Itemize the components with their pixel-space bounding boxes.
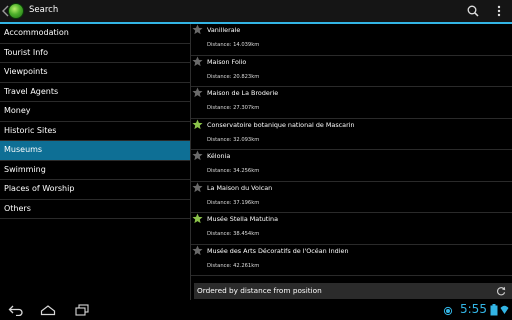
category-item-historic-sites[interactable]: Historic Sites xyxy=(0,122,190,141)
star-icon[interactable] xyxy=(192,24,203,35)
category-item-swimming[interactable]: Swimming xyxy=(0,161,190,180)
results-list[interactable]: Vanillerale Distance: 14.039km Maison Fo… xyxy=(191,24,512,278)
place-name: Maison de La Broderie xyxy=(207,89,279,97)
place-name: Musée Stella Matutina xyxy=(207,215,279,223)
star-icon[interactable] xyxy=(192,244,203,256)
back-icon[interactable] xyxy=(8,304,24,316)
category-label: Money xyxy=(4,106,31,115)
category-item-others[interactable]: Others xyxy=(0,200,190,219)
system-nav-bar xyxy=(0,300,512,320)
category-item-money[interactable]: Money xyxy=(0,102,190,122)
category-label: Tourist Info xyxy=(4,47,48,57)
list-item[interactable]: Vanillerale Distance: 14.039km xyxy=(191,24,512,56)
list-item[interactable]: Maison Folio Distance: 20.823km xyxy=(191,55,512,87)
category-item-places-of-worship[interactable]: Places of Worship xyxy=(0,180,190,200)
place-distance: Distance: 38.454km xyxy=(207,231,260,237)
star-icon[interactable] xyxy=(192,55,203,67)
category-label: Swimming xyxy=(4,164,46,174)
refresh-icon[interactable] xyxy=(496,286,506,296)
place-distance: Distance: 37.196km xyxy=(207,199,260,206)
category-item-travel-agents[interactable]: Travel Agents xyxy=(0,83,190,102)
place-name: Musée des Arts Décoratifs de l'Océan Ind… xyxy=(207,246,349,255)
place-distance: Distance: 42.261km xyxy=(207,262,260,269)
list-item[interactable]: Kélonia Distance: 34.256km xyxy=(191,150,512,182)
category-item-museums[interactable]: Museums xyxy=(0,141,190,161)
category-label: Viewpoints xyxy=(4,67,48,76)
list-item[interactable]: Musée Stella Matutina Distance: 38.454km xyxy=(191,213,512,245)
category-item-accommodation[interactable]: Accommodation xyxy=(0,24,190,44)
action-bar-title: Search xyxy=(29,5,59,15)
overflow-menu-icon[interactable] xyxy=(494,4,504,18)
list-item[interactable]: Conservatoire botanique national de Masc… xyxy=(191,118,512,150)
list-item[interactable]: Musée des Arts Décoratifs de l'Océan Ind… xyxy=(191,244,512,276)
place-distance: Distance: 20.823km xyxy=(207,73,260,80)
gps-icon xyxy=(443,306,453,316)
category-label: Travel Agents xyxy=(4,86,59,96)
place-distance: Distance: 14.039km xyxy=(207,42,260,48)
category-label: Historic Sites xyxy=(4,125,57,135)
wifi-icon xyxy=(500,305,509,314)
recent-apps-icon[interactable] xyxy=(74,304,90,316)
list-item[interactable]: Maison de La Broderie Distance: 27.307km xyxy=(191,87,512,119)
star-icon[interactable] xyxy=(192,150,203,161)
category-list: Accommodation Tourist Info Viewpoints Tr… xyxy=(0,24,190,272)
place-name: La Maison du Volcan xyxy=(207,183,273,192)
globe-logo-icon[interactable] xyxy=(8,3,24,19)
sort-label: Ordered by distance from position xyxy=(197,286,322,295)
place-distance: Distance: 34.256km xyxy=(207,168,260,174)
list-item[interactable]: La Maison du Volcan Distance: 37.196km xyxy=(191,181,512,213)
star-icon[interactable] xyxy=(192,213,203,224)
place-name: Maison Folio xyxy=(207,57,247,66)
home-icon[interactable] xyxy=(40,304,56,316)
category-item-viewpoints[interactable]: Viewpoints xyxy=(0,63,190,83)
category-label: Accommodation xyxy=(4,28,69,37)
star-icon[interactable] xyxy=(192,87,203,98)
place-name: Conservatoire botanique national de Masc… xyxy=(207,120,355,129)
category-label: Places of Worship xyxy=(4,184,75,193)
place-name: Kélonia xyxy=(207,152,231,160)
place-distance: Distance: 32.093km xyxy=(207,136,260,143)
search-icon[interactable] xyxy=(466,4,480,18)
star-icon[interactable] xyxy=(192,118,203,130)
category-label: Museums xyxy=(4,145,43,154)
star-icon[interactable] xyxy=(192,181,203,193)
category-label: Others xyxy=(4,203,31,213)
action-bar: Search xyxy=(0,0,512,24)
sort-bar: Ordered by distance from position xyxy=(194,283,512,299)
status-clock: 5:55 xyxy=(460,302,487,316)
category-item-tourist-info[interactable]: Tourist Info xyxy=(0,44,190,63)
place-distance: Distance: 27.307km xyxy=(207,105,260,111)
battery-icon xyxy=(490,304,498,316)
place-name: Vanillerale xyxy=(207,26,241,34)
